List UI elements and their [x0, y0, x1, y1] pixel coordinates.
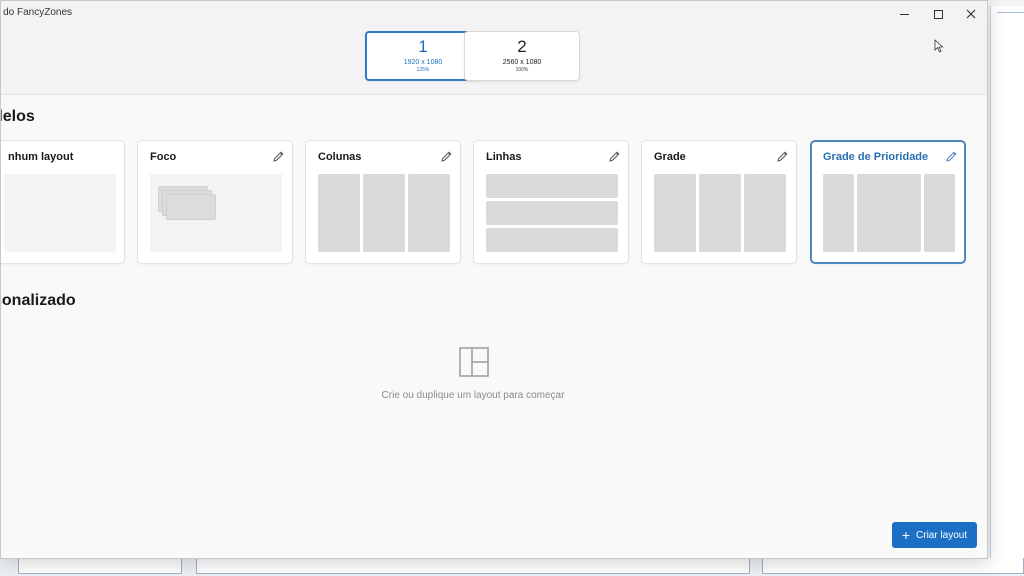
mouse-cursor-icon: [934, 39, 944, 53]
layout-card-focus[interactable]: Foco: [137, 140, 293, 264]
background-window: [990, 6, 1024, 576]
close-button[interactable]: [954, 1, 987, 27]
monitor-number: 2: [517, 37, 527, 56]
monitor-resolution: 2560 x 1080: [502, 59, 542, 66]
layout-card-name: Colunas: [318, 151, 362, 163]
maximize-icon: [933, 9, 943, 19]
layout-preview: [4, 174, 116, 252]
layout-preview: [654, 174, 786, 252]
title-bar: r do FancyZones 1 1920 x 1080 125% 2 256…: [1, 1, 987, 95]
layout-card-columns[interactable]: Colunas: [305, 140, 461, 264]
taskbar-strip: [0, 558, 1024, 576]
edit-pencil-icon[interactable]: [945, 150, 958, 163]
layout-preview: [150, 174, 282, 252]
maximize-button[interactable]: [921, 1, 955, 27]
monitor-number: 1: [418, 37, 428, 56]
layout-card-priority-grid[interactable]: Grade de Prioridade: [810, 140, 966, 264]
minimize-button[interactable]: [887, 1, 921, 27]
layout-card-none[interactable]: nhum layout: [1, 140, 125, 264]
layout-preview: [823, 174, 955, 252]
layout-card-name: Grade: [654, 151, 686, 163]
layout-card-name: Grade de Prioridade: [823, 151, 929, 163]
layout-preview: [486, 174, 618, 252]
close-icon: [966, 9, 976, 19]
layout-placeholder-icon: [459, 347, 489, 377]
edit-pencil-icon[interactable]: [440, 150, 453, 163]
plus-icon: +: [901, 527, 911, 543]
fancyzones-editor-window: r do FancyZones 1 1920 x 1080 125% 2 256…: [0, 0, 988, 559]
monitor-scale: 100%: [515, 67, 529, 73]
edit-pencil-icon[interactable]: [776, 150, 789, 163]
layout-preview: [318, 174, 450, 252]
layout-card-rows[interactable]: Linhas: [473, 140, 629, 264]
empty-state-message: Crie ou duplique um layout para começar: [381, 390, 565, 401]
create-layout-label: Criar layout: [916, 529, 968, 541]
monitor-2-button[interactable]: 2 2560 x 1080 100%: [464, 31, 580, 81]
edit-pencil-icon[interactable]: [608, 150, 621, 163]
monitor-resolution: 1920 x 1080: [403, 59, 443, 66]
monitor-scale: 125%: [416, 67, 430, 73]
layout-card-grid[interactable]: Grade: [641, 140, 797, 264]
layout-card-name: Linhas: [486, 151, 522, 163]
layout-card-name: Foco: [150, 151, 177, 163]
minimize-icon: [899, 13, 909, 15]
create-layout-button[interactable]: + Criar layout: [892, 522, 977, 548]
edit-pencil-icon[interactable]: [272, 150, 285, 163]
layout-card-name: nhum layout: [8, 151, 74, 163]
custom-section-title: sonalizado: [0, 292, 76, 309]
window-title: r do FancyZones: [0, 7, 73, 18]
templates-section-title: delos: [1, 108, 35, 125]
